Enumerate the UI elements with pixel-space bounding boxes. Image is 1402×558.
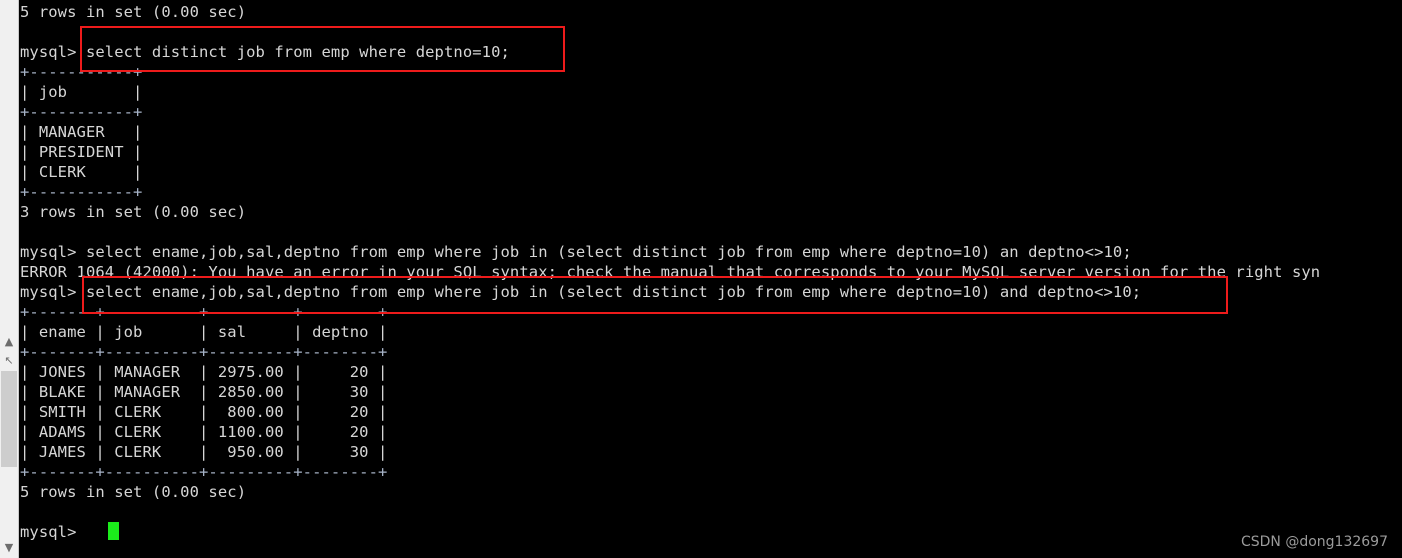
table-border: +-------+----------+---------+--------+ [20, 463, 388, 481]
scroll-up-icon[interactable]: ▲ [0, 333, 18, 350]
scrollbar-thumb[interactable] [1, 371, 17, 467]
table-row: | MANAGER | [20, 123, 143, 141]
output-line: 5 rows in set (0.00 sec) [20, 3, 247, 21]
table-row: | JAMES | CLERK | 950.00 | 30 | [20, 443, 388, 461]
table-row: | PRESIDENT | [20, 143, 143, 161]
command-line-bad-subquery: mysql> select ename,job,sal,deptno from … [20, 243, 1132, 261]
scroll-down-icon[interactable]: ▼ [0, 539, 18, 556]
annotation-box-corrected-query [82, 276, 1228, 314]
table-header-row: | job | [20, 83, 143, 101]
table-row: | JONES | MANAGER | 2975.00 | 20 | [20, 363, 388, 381]
watermark-text: CSDN @dong132697 [1240, 534, 1388, 550]
table-row: | BLAKE | MANAGER | 2850.00 | 30 | [20, 383, 388, 401]
table-row: | SMITH | CLERK | 800.00 | 20 | [20, 403, 388, 421]
table-border: +-------+----------+---------+--------+ [20, 343, 388, 361]
scroll-marker-icon[interactable]: ↖ [0, 352, 18, 369]
table-border: +-----------+ [20, 103, 143, 121]
text-cursor [108, 522, 119, 540]
row-count-footer: 5 rows in set (0.00 sec) [20, 483, 247, 501]
row-count-footer: 3 rows in set (0.00 sec) [20, 203, 247, 221]
active-prompt: mysql> [20, 523, 77, 541]
vertical-scrollbar[interactable]: ▲ ↖ ▼ [0, 0, 19, 558]
terminal-window: 5 rows in set (0.00 sec) mysql> select d… [0, 0, 1402, 558]
table-row: | CLERK | [20, 163, 143, 181]
table-row: | ADAMS | CLERK | 1100.00 | 20 | [20, 423, 388, 441]
table-header-row: | ename | job | sal | deptno | [20, 323, 388, 341]
annotation-box-distinct-query [80, 26, 565, 72]
table-border: +-----------+ [20, 183, 143, 201]
